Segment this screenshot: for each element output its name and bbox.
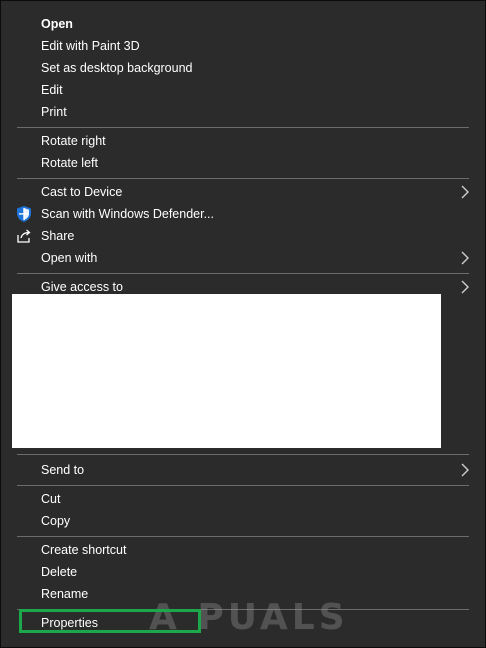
menu-item-scan-windows-defender[interactable]: Scan with Windows Defender...	[9, 203, 479, 225]
shield-icon	[17, 206, 31, 222]
menu-item-open[interactable]: Open	[9, 13, 479, 35]
menu-item-label: Scan with Windows Defender...	[41, 207, 214, 221]
menu-item-label: Set as desktop background	[41, 61, 193, 75]
menu-item-share[interactable]: Share	[9, 225, 479, 247]
menu-item-label: Cut	[41, 492, 61, 506]
menu-item-open-with[interactable]: Open with	[9, 247, 479, 269]
menu-item-label: Share	[41, 229, 75, 243]
menu-separator	[17, 454, 469, 455]
chevron-right-icon	[461, 280, 469, 294]
menu-item-label: Create shortcut	[41, 543, 127, 557]
context-menu: Open Edit with Paint 3D Set as desktop b…	[9, 11, 479, 639]
redacted-area	[12, 294, 441, 448]
share-icon	[17, 229, 31, 243]
menu-item-label: Cast to Device	[41, 185, 123, 199]
menu-item-label: Copy	[41, 514, 71, 528]
menu-item-cast-to-device[interactable]: Cast to Device	[9, 181, 479, 203]
menu-item-label: Open with	[41, 251, 98, 265]
menu-separator	[17, 485, 469, 486]
menu-item-edit[interactable]: Edit	[9, 79, 479, 101]
menu-separator	[17, 178, 469, 179]
menu-item-label: Rotate right	[41, 134, 106, 148]
chevron-right-icon	[461, 185, 469, 199]
menu-item-create-shortcut[interactable]: Create shortcut	[9, 539, 479, 561]
properties-highlight-box	[19, 609, 201, 633]
menu-item-label: Print	[41, 105, 67, 119]
menu-item-edit-paint3d[interactable]: Edit with Paint 3D	[9, 35, 479, 57]
chevron-right-icon	[461, 463, 469, 477]
menu-item-label: Rename	[41, 587, 89, 601]
menu-item-set-desktop-background[interactable]: Set as desktop background	[9, 57, 479, 79]
menu-item-label: Send to	[41, 463, 85, 477]
menu-item-delete[interactable]: Delete	[9, 561, 479, 583]
menu-item-label: Open	[41, 17, 73, 31]
menu-separator	[17, 273, 469, 274]
menu-item-copy[interactable]: Copy	[9, 510, 479, 532]
menu-item-cut[interactable]: Cut	[9, 488, 479, 510]
menu-item-send-to[interactable]: Send to	[9, 459, 479, 481]
chevron-right-icon	[461, 251, 469, 265]
menu-item-label: Rotate left	[41, 156, 98, 170]
context-menu-frame: Open Edit with Paint 3D Set as desktop b…	[0, 0, 486, 648]
menu-item-rotate-right[interactable]: Rotate right	[9, 130, 479, 152]
menu-item-print[interactable]: Print	[9, 101, 479, 123]
menu-item-rotate-left[interactable]: Rotate left	[9, 152, 479, 174]
menu-item-label: Edit with Paint 3D	[41, 39, 140, 53]
menu-separator	[17, 536, 469, 537]
menu-separator	[17, 127, 469, 128]
menu-item-label: Edit	[41, 83, 63, 97]
menu-item-label: Delete	[41, 565, 78, 579]
